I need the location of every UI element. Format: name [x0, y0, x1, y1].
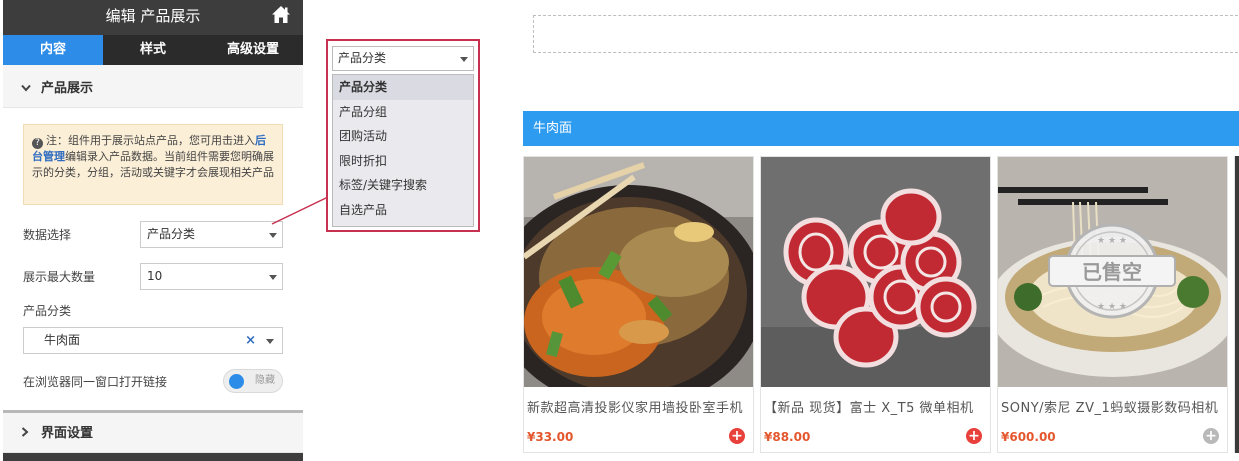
- section-title-product-display: 产品展示: [41, 81, 94, 96]
- section-header-product-display[interactable]: 产品展示: [3, 68, 303, 108]
- sold-out-stamp: 已售空 ★ ★ ★ ★ ★ ★: [1048, 223, 1176, 319]
- max-count-row: 展示最大数量 10: [23, 263, 283, 290]
- add-to-cart-icon[interactable]: +: [966, 428, 982, 444]
- product-image[interactable]: [761, 157, 990, 387]
- home-icon[interactable]: [271, 5, 291, 25]
- dropdown-select[interactable]: 产品分类: [332, 46, 474, 71]
- chevron-right-icon: [21, 413, 35, 453]
- caret-down-icon: [460, 57, 468, 62]
- option-flash-discount[interactable]: 限时折扣: [333, 149, 473, 174]
- editor-panel: 编辑 产品展示 内容 样式 高级设置 产品展示 ? 注：组件用于展示站点产品，您可…: [3, 0, 303, 461]
- product-title[interactable]: SONY/索尼 ZV_1蚂蚁摄影数码相机: [1001, 397, 1223, 416]
- dropdown-options: 产品分类 产品分组 团购活动 限时折扣 标签/关键字搜索 自选产品: [332, 74, 474, 227]
- product-image[interactable]: [524, 157, 753, 387]
- empty-placeholder: [533, 15, 1239, 53]
- clear-icon[interactable]: ×: [245, 328, 256, 353]
- option-product-category[interactable]: 产品分类: [333, 75, 473, 100]
- tab-content[interactable]: 内容: [3, 35, 103, 65]
- option-product-group[interactable]: 产品分组: [333, 100, 473, 125]
- dropdown-selected-value: 产品分类: [338, 51, 387, 65]
- panel-title: 编辑 产品展示: [105, 7, 201, 25]
- panel-header: 编辑 产品展示: [3, 0, 303, 35]
- panel-tabs: 内容 样式 高级设置: [3, 35, 303, 65]
- product-card[interactable]: 新款超高清投影仪家用墙投卧室手机 ¥33.00 +: [523, 156, 754, 453]
- product-title[interactable]: 新款超高清投影仪家用墙投卧室手机: [527, 397, 749, 416]
- max-count-dropdown[interactable]: 10: [140, 263, 283, 290]
- data-select-row: 数据选择 产品分类: [23, 221, 283, 248]
- option-custom-products[interactable]: 自选产品: [333, 198, 473, 223]
- add-to-cart-icon[interactable]: +: [729, 428, 745, 444]
- notice-text-suffix: 编辑录入产品数据。当前组件需要您明确展示的分类，分组，活动或关键字才会展现相关产…: [32, 150, 274, 179]
- chevron-down-icon: [21, 68, 35, 108]
- product-card[interactable]: 【新品 现货】富士 X_T5 微单相机 ¥88.00 +: [760, 156, 991, 453]
- app-root: 编辑 产品展示 内容 样式 高级设置 产品展示 ? 注：组件用于展示站点产品，您可…: [0, 0, 1239, 461]
- category-value: 牛肉面: [44, 333, 81, 347]
- svg-text:★ ★ ★: ★ ★ ★: [1097, 236, 1127, 246]
- max-count-label: 展示最大数量: [23, 270, 96, 284]
- option-group-buy[interactable]: 团购活动: [333, 124, 473, 149]
- sold-out-stamp-text: 已售空: [1082, 260, 1142, 284]
- section-body-product-display: ? 注：组件用于展示站点产品，您可用击进入后台管理编辑录入产品数据。当前组件需要您…: [3, 108, 303, 410]
- product-card[interactable]: 已售空 ★ ★ ★ ★ ★ ★ SONY/索尼 ZV_1蚂蚁摄影数码相机 ¥60…: [997, 156, 1228, 453]
- product-title[interactable]: 【新品 现货】富士 X_T5 微单相机: [764, 397, 986, 416]
- product-price: ¥600.00: [1001, 430, 1056, 444]
- category-label: 产品分类: [23, 304, 72, 318]
- panel-footer: [3, 453, 303, 461]
- category-bar-title: 牛肉面: [533, 121, 573, 136]
- data-select-label: 数据选择: [23, 228, 72, 242]
- data-select-dropdown[interactable]: 产品分类: [140, 221, 283, 248]
- category-select[interactable]: 牛肉面 ×: [23, 327, 283, 354]
- max-count-value: 10: [147, 269, 163, 283]
- notice-text-prefix: 注：组件用于展示站点产品，您可用击进入: [46, 134, 255, 147]
- add-to-cart-icon[interactable]: +: [1203, 428, 1219, 444]
- caret-down-icon: [266, 339, 274, 344]
- same-window-row: 在浏览器同一窗口打开链接 隐藏: [23, 368, 283, 394]
- caret-down-icon: [269, 275, 277, 280]
- svg-text:★ ★ ★: ★ ★ ★: [1097, 302, 1127, 312]
- same-window-label: 在浏览器同一窗口打开链接: [23, 374, 168, 389]
- notice-box: ? 注：组件用于展示站点产品，您可用击进入后台管理编辑录入产品数据。当前组件需要您…: [23, 124, 283, 205]
- tab-advanced-settings[interactable]: 高级设置: [203, 35, 303, 65]
- product-card-partial: [1234, 156, 1239, 453]
- toggle-label: 隐藏: [255, 375, 275, 386]
- dropdown-highlight-box: 产品分类 产品分类 产品分组 团购活动 限时折扣 标签/关键字搜索 自选产品: [326, 39, 480, 232]
- toggle-knob: [229, 374, 244, 389]
- same-window-toggle[interactable]: 隐藏: [223, 369, 283, 393]
- section-title-ui-settings: 界面设置: [41, 426, 94, 441]
- product-price: ¥33.00: [527, 430, 574, 444]
- caret-down-icon: [269, 233, 277, 238]
- data-select-value: 产品分类: [147, 227, 196, 241]
- product-image[interactable]: 已售空 ★ ★ ★ ★ ★ ★: [998, 157, 1227, 387]
- tab-style[interactable]: 样式: [103, 35, 203, 65]
- product-price: ¥88.00: [764, 430, 811, 444]
- question-icon: ?: [32, 138, 43, 149]
- category-bar: 牛肉面: [523, 111, 1239, 146]
- section-header-ui-settings[interactable]: 界面设置: [3, 413, 303, 453]
- option-tag-keyword-search[interactable]: 标签/关键字搜索: [333, 173, 473, 198]
